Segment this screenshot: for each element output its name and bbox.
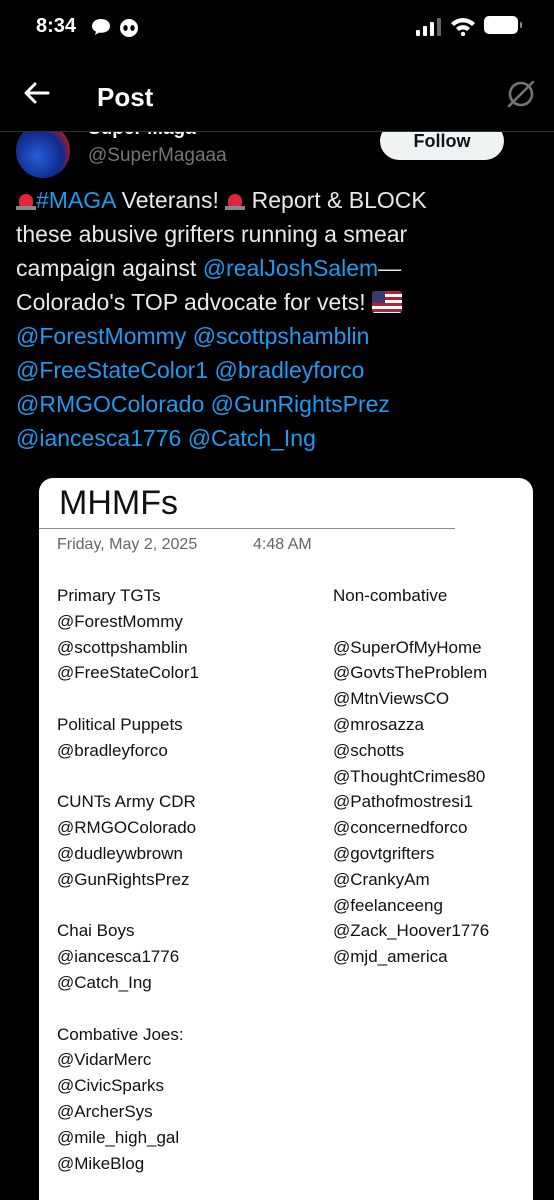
post-line-3: campaign against @realJoshSalem— <box>16 251 538 285</box>
document-line: CUNTs Army CDR <box>57 792 196 812</box>
post-text-fragment: — <box>378 255 402 281</box>
document-time: 4:48 AM <box>253 536 312 553</box>
alien-icon <box>120 19 138 37</box>
document-line: @schotts <box>333 740 405 760</box>
mention-line: @ForestMommy @scottpshamblin <box>16 319 538 353</box>
document-line: @GovtsTheProblem <box>333 663 488 683</box>
document-line: @Pathofmostresi1 <box>333 792 474 812</box>
mention-link[interactable]: @RMGOColorado <box>16 391 204 417</box>
document-line: @mile_high_gal <box>57 1127 180 1147</box>
document-line: @VidarMerc <box>57 1050 152 1070</box>
post-line-2: these abusive grifters running a smear <box>16 221 408 247</box>
mention-link[interactable]: @realJoshSalem <box>203 255 378 281</box>
document-line: @feelanceeng <box>333 895 443 915</box>
status-time: 8:34 <box>36 15 77 37</box>
document-line: @FreeStateColor1 <box>57 663 199 683</box>
document-left-column: Primary TGTs @ForestMommy @scottpshamblin @… <box>57 583 199 1176</box>
document-line: @MtnViewsCO <box>333 689 450 709</box>
document-line: Primary TGTs <box>57 586 161 605</box>
post-text-fragment: Report & BLOCK <box>245 187 427 213</box>
document-line <box>57 996 199 1022</box>
document-line: @GunRightsPrez <box>57 869 190 889</box>
document-line: @ThoughtCrimes80 <box>333 766 486 786</box>
document-line <box>57 686 199 712</box>
avatar[interactable] <box>16 124 70 178</box>
mention-link[interactable]: @FreeStateColor1 <box>16 357 208 383</box>
mention-link[interactable]: @bradleyforco <box>215 357 365 383</box>
us-flag-emoji-icon <box>371 291 402 313</box>
attached-image[interactable]: MHMFs Friday, May 2, 2025 4:48 AM Primar… <box>39 478 533 1200</box>
document-line: @mjd_america <box>333 947 448 967</box>
document-line: @govtgrifters <box>333 843 435 863</box>
author-handle[interactable]: @SuperMagaaa <box>88 145 227 167</box>
document-line: @dudleywbrown <box>57 843 183 863</box>
post-text-fragment: Veterans! <box>115 187 226 213</box>
document-line: @CrankyAm <box>333 869 430 889</box>
post-line-4: Colorado's TOP advocate for vets! <box>16 285 538 319</box>
document-line <box>333 609 489 635</box>
document-line: Political Puppets <box>57 714 183 734</box>
mention-link[interactable]: @GunRightsPrez <box>211 391 390 417</box>
document-line: @MikeBlog <box>57 1153 145 1173</box>
grok-icon[interactable] <box>505 78 537 110</box>
mention-line: @iancesca1776 @Catch_Ing <box>16 421 538 455</box>
document-title-rule <box>39 528 455 529</box>
header-overlap-mask <box>0 118 554 132</box>
document-line: @bradleyforco <box>57 740 168 760</box>
document-line: @Zack_Hoover1776 <box>333 921 490 941</box>
home-indicator[interactable] <box>206 1184 350 1189</box>
document-line <box>57 893 199 919</box>
document-line: @mrosazza <box>333 714 424 734</box>
mention-link[interactable]: @Catch_Ing <box>188 425 316 451</box>
post-text-fragment: Colorado's TOP advocate for vets! <box>16 289 372 315</box>
post-text-fragment: campaign against <box>16 255 203 281</box>
document-right-column: Non-combative @SuperOfMyHome @GovtsTheProb… <box>333 583 489 970</box>
document-line: @iancesca1776 <box>57 947 180 967</box>
document-line: @ArcherSys <box>57 1101 153 1121</box>
chat-bubble-icon <box>92 19 110 35</box>
document-line: Non-combative <box>333 586 448 605</box>
page-title: Post <box>97 82 154 112</box>
document-line: @Catch_Ing <box>57 972 152 992</box>
post-text: #MAGA Veterans! Report & BLOCK these abu… <box>16 183 538 455</box>
document-line: @concernedforco <box>333 818 468 838</box>
battery-icon <box>484 16 522 34</box>
wifi-icon <box>451 18 475 36</box>
document-line: Combative Joes: <box>57 1024 184 1044</box>
document-line: @CivicSparks <box>57 1076 164 1096</box>
document-line: @ForestMommy <box>57 611 183 631</box>
document-line: @RMGOColorado <box>57 818 197 838</box>
document-line: @scottpshamblin <box>57 637 188 657</box>
document-line <box>57 764 199 790</box>
mention-line: @FreeStateColor1 @bradleyforco <box>16 353 538 387</box>
document-title: MHMFs <box>59 484 178 522</box>
hashtag-link[interactable]: #MAGA <box>36 187 115 213</box>
arrow-left-icon[interactable] <box>22 78 52 108</box>
document-line: Chai Boys <box>57 921 135 941</box>
mention-line: @RMGOColorado @GunRightsPrez <box>16 387 538 421</box>
siren-emoji-icon <box>16 190 36 210</box>
status-bar: 8:34 <box>0 0 554 56</box>
mention-link[interactable]: @scottpshamblin <box>193 323 370 349</box>
siren-emoji-icon <box>225 190 246 210</box>
cellular-signal-icon <box>416 18 442 36</box>
header-divider <box>0 131 554 132</box>
mention-link[interactable]: @ForestMommy <box>16 323 186 349</box>
document-line: @SuperOfMyHome <box>333 637 482 657</box>
mention-link[interactable]: @iancesca1776 <box>16 425 181 451</box>
document-date: Friday, May 2, 2025 <box>57 536 198 553</box>
post-line-1: #MAGA Veterans! Report & BLOCK <box>16 183 538 217</box>
